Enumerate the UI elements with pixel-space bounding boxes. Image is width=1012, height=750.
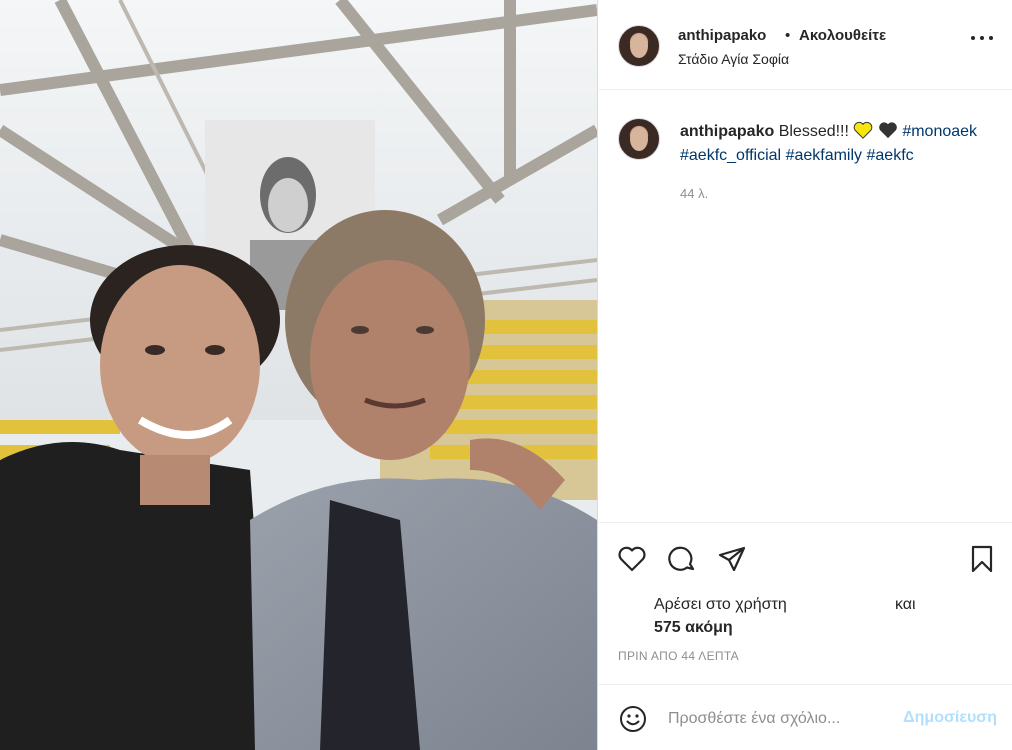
- photo-illustration: [0, 0, 597, 750]
- caption-username[interactable]: anthipapako: [680, 123, 774, 140]
- likes-and: και: [895, 596, 916, 613]
- bookmark-icon[interactable]: [966, 543, 998, 575]
- post-actions: Αρέσει στο χρήστη και 575 ακόμη ΠΡΙΝ ΑΠΟ…: [598, 522, 1012, 682]
- heart-icon[interactable]: [616, 543, 648, 575]
- emoji-icon[interactable]: [618, 704, 648, 734]
- caption-avatar[interactable]: [618, 118, 660, 160]
- yellow-heart-icon: [854, 121, 873, 139]
- following-button[interactable]: Ακολουθείτε: [799, 27, 886, 44]
- caption-text: anthipapako Blessed!!! #monoaek #aekfc_o…: [680, 120, 998, 168]
- black-heart-icon: [879, 122, 897, 139]
- author-avatar[interactable]: [618, 25, 660, 67]
- post-comment-button[interactable]: Δημοσίευση: [903, 709, 997, 727]
- comment-icon[interactable]: [666, 543, 698, 575]
- share-icon[interactable]: [716, 543, 748, 575]
- hashtag-aekfc-official[interactable]: #aekfc_official: [680, 147, 781, 164]
- comment-input[interactable]: [668, 705, 908, 733]
- caption-body: Blessed!!!: [778, 123, 849, 140]
- post-sidebar: anthipapako • Ακολουθείτε Στάδιο Αγία Σο…: [597, 0, 1012, 750]
- caption-timestamp[interactable]: 44 λ.: [680, 186, 708, 201]
- hashtag-aekfamily[interactable]: #aekfamily: [786, 147, 862, 164]
- post-caption: anthipapako Blessed!!! #monoaek #aekfc_o…: [598, 90, 1012, 522]
- comment-bar: Δημοσίευση: [598, 684, 1012, 750]
- post-photo[interactable]: [0, 0, 597, 750]
- post-timestamp[interactable]: ΠΡΙΝ ΑΠΟ 44 ΛΕΠΤΑ: [618, 649, 739, 663]
- likes-text: Αρέσει στο χρήστη: [654, 596, 787, 613]
- hashtag-monoaek[interactable]: #monoaek: [902, 123, 977, 140]
- likes-count[interactable]: 575 ακόμη: [654, 619, 733, 637]
- post-header: anthipapako • Ακολουθείτε Στάδιο Αγία Σο…: [598, 0, 1012, 90]
- more-options-icon[interactable]: [971, 34, 993, 42]
- post-location[interactable]: Στάδιο Αγία Σοφία: [678, 51, 789, 67]
- separator-dot: •: [785, 27, 791, 44]
- hashtag-aekfc[interactable]: #aekfc: [867, 147, 914, 164]
- author-username[interactable]: anthipapako: [678, 27, 766, 44]
